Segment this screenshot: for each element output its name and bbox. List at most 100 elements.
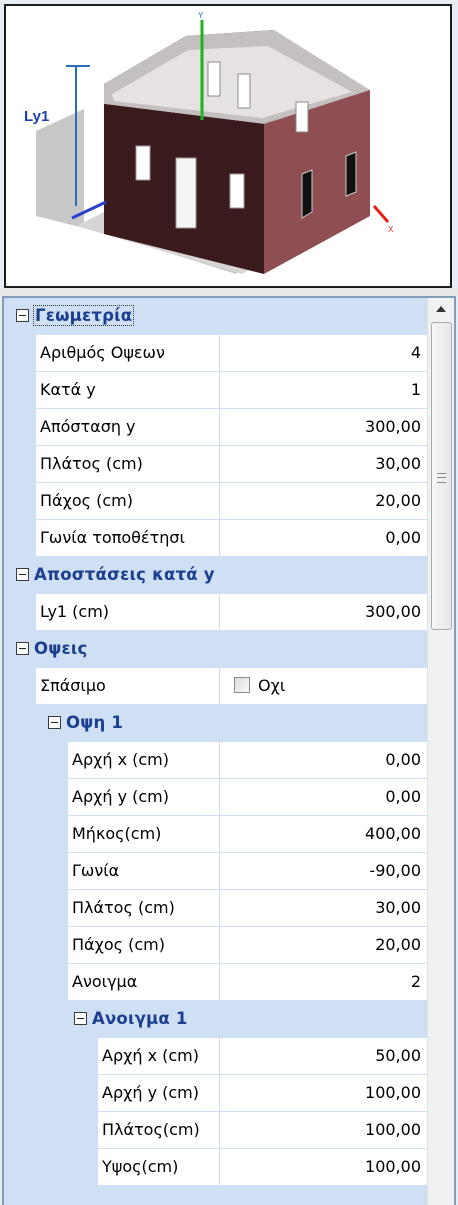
- dimension-label: Ly1: [24, 108, 49, 125]
- property-value[interactable]: 400,00: [220, 816, 427, 853]
- property-row[interactable]: Πλάτος (cm) 30,00: [4, 446, 427, 483]
- property-row[interactable]: Πάχος (cm) 20,00: [4, 483, 427, 520]
- property-row[interactable]: Υψος(cm) 100,00: [4, 1149, 427, 1186]
- property-value[interactable]: 20,00: [220, 483, 427, 520]
- property-name: Πάχος (cm): [68, 927, 220, 964]
- category-label: Οψη 1: [66, 713, 123, 732]
- category-label-text: Αποστάσεις κατά y: [34, 565, 215, 584]
- property-value[interactable]: 0,00: [220, 742, 427, 779]
- back-window-3: [295, 101, 309, 133]
- row-gutter: [4, 853, 68, 890]
- row-gutter: [4, 890, 68, 927]
- row-gutter: [4, 1149, 98, 1186]
- y-axis-label: Y: [198, 11, 204, 20]
- row-gutter: [4, 779, 68, 816]
- collapse-toggle-icon[interactable]: [74, 1012, 87, 1025]
- property-row[interactable]: Μήκος(cm) 400,00: [4, 816, 427, 853]
- property-row[interactable]: Αρχή x (cm) 50,00: [4, 1038, 427, 1075]
- property-value[interactable]: 0,00: [220, 520, 427, 557]
- category-row[interactable]: Οψη 1: [4, 705, 427, 742]
- category-label: Γεωμετρία: [32, 305, 135, 326]
- property-row[interactable]: Γωνία -90,00: [4, 853, 427, 890]
- row-gutter: [4, 409, 36, 446]
- property-row[interactable]: Πλάτος(cm) 100,00: [4, 1112, 427, 1149]
- property-row[interactable]: Πλάτος (cm) 30,00: [4, 890, 427, 927]
- property-row[interactable]: Ανοιγμα 2: [4, 964, 427, 1001]
- front-window-2: [229, 173, 245, 209]
- property-row[interactable]: Αρχή y (cm) 0,00: [4, 779, 427, 816]
- collapse-toggle-icon[interactable]: [16, 568, 29, 581]
- category-row[interactable]: Γεωμετρία: [4, 298, 427, 335]
- property-row[interactable]: Απόσταση y 300,00: [4, 409, 427, 446]
- property-value[interactable]: 1: [220, 372, 427, 409]
- property-name: Ly1 (cm): [36, 594, 220, 631]
- row-gutter: [4, 483, 36, 520]
- property-row[interactable]: Γωνία τοποθέτησι 0,00: [4, 520, 427, 557]
- splitter[interactable]: [0, 288, 458, 296]
- property-row[interactable]: Πάχος (cm) 20,00: [4, 927, 427, 964]
- scroll-up-arrow-icon[interactable]: [428, 298, 454, 322]
- category-label-text: Οψεις: [34, 639, 88, 658]
- property-grid[interactable]: Γεωμετρία Αριθμός Οψεων 4 Κατά y 1 Απόσταση y…: [2, 296, 456, 1205]
- property-name: Ανοιγμα: [68, 964, 220, 1001]
- property-name: Αρχή y (cm): [68, 779, 220, 816]
- property-value[interactable]: 300,00: [220, 594, 427, 631]
- front-door: [175, 157, 197, 229]
- property-value[interactable]: 2: [220, 964, 427, 1001]
- row-gutter: [4, 446, 36, 483]
- property-row[interactable]: Αρχή y (cm) 100,00: [4, 1075, 427, 1112]
- property-row[interactable]: Αρχή x (cm) 0,00: [4, 742, 427, 779]
- row-gutter: [4, 964, 68, 1001]
- collapse-toggle-icon[interactable]: [48, 716, 61, 729]
- property-value[interactable]: -90,00: [220, 853, 427, 890]
- row-gutter: [4, 927, 68, 964]
- property-name: Πλάτος (cm): [36, 446, 220, 483]
- property-value[interactable]: 20,00: [220, 927, 427, 964]
- collapse-toggle-icon[interactable]: [16, 309, 29, 322]
- row-gutter: [4, 742, 68, 779]
- row-gutter: [4, 668, 36, 705]
- property-value[interactable]: 30,00: [220, 890, 427, 927]
- property-name: Αρχή x (cm): [68, 742, 220, 779]
- vertical-scrollbar[interactable]: [427, 298, 454, 1205]
- property-row[interactable]: Αριθμός Οψεων 4: [4, 335, 427, 372]
- property-value[interactable]: 100,00: [220, 1112, 427, 1149]
- category-row[interactable]: Ανοιγμα 1: [4, 1001, 427, 1038]
- property-value[interactable]: 4: [220, 335, 427, 372]
- model-preview[interactable]: Ly1 Y X: [4, 4, 452, 288]
- property-name: Γωνία τοποθέτησι: [36, 520, 220, 557]
- front-window-1: [135, 145, 151, 181]
- checkbox-icon[interactable]: [234, 677, 250, 693]
- house-3d-view: Ly1 Y X: [24, 11, 394, 274]
- property-row[interactable]: Ly1 (cm) 300,00: [4, 594, 427, 631]
- property-value-checkbox[interactable]: Οχι: [220, 668, 427, 705]
- property-name: Σπάσιμο: [36, 668, 220, 705]
- row-gutter: [4, 1038, 98, 1075]
- category-label-text: Οψη 1: [66, 713, 124, 732]
- category-row[interactable]: Αποστάσεις κατά y: [4, 557, 427, 594]
- property-value[interactable]: 100,00: [220, 1149, 427, 1186]
- collapse-toggle-icon[interactable]: [16, 642, 29, 655]
- property-row-checkbox[interactable]: Σπάσιμο Οχι: [4, 668, 427, 705]
- row-gutter: [4, 1112, 98, 1149]
- property-value[interactable]: 0,00: [220, 779, 427, 816]
- category-label-text: Γεωμετρία: [32, 305, 135, 326]
- row-gutter: [4, 372, 36, 409]
- property-value[interactable]: 300,00: [220, 409, 427, 446]
- side-window-1: [301, 169, 313, 219]
- property-name: Μήκος(cm): [68, 816, 220, 853]
- x-axis-label: X: [388, 225, 394, 234]
- back-window-2: [237, 73, 251, 109]
- property-value[interactable]: 30,00: [220, 446, 427, 483]
- row-gutter: [4, 520, 36, 557]
- property-value[interactable]: 50,00: [220, 1038, 427, 1075]
- property-name: Πλάτος (cm): [68, 890, 220, 927]
- property-value[interactable]: 100,00: [220, 1075, 427, 1112]
- property-name: Αριθμός Οψεων: [36, 335, 220, 372]
- scroll-thumb[interactable]: [431, 322, 452, 630]
- property-row[interactable]: Κατά y1: [4, 372, 427, 409]
- property-name: Αρχή x (cm): [98, 1038, 220, 1075]
- category-row[interactable]: Οψεις: [4, 631, 427, 668]
- property-rows: Γεωμετρία Αριθμός Οψεων 4 Κατά y 1 Απόσταση y…: [4, 298, 427, 1186]
- property-name: Πάχος (cm): [36, 483, 220, 520]
